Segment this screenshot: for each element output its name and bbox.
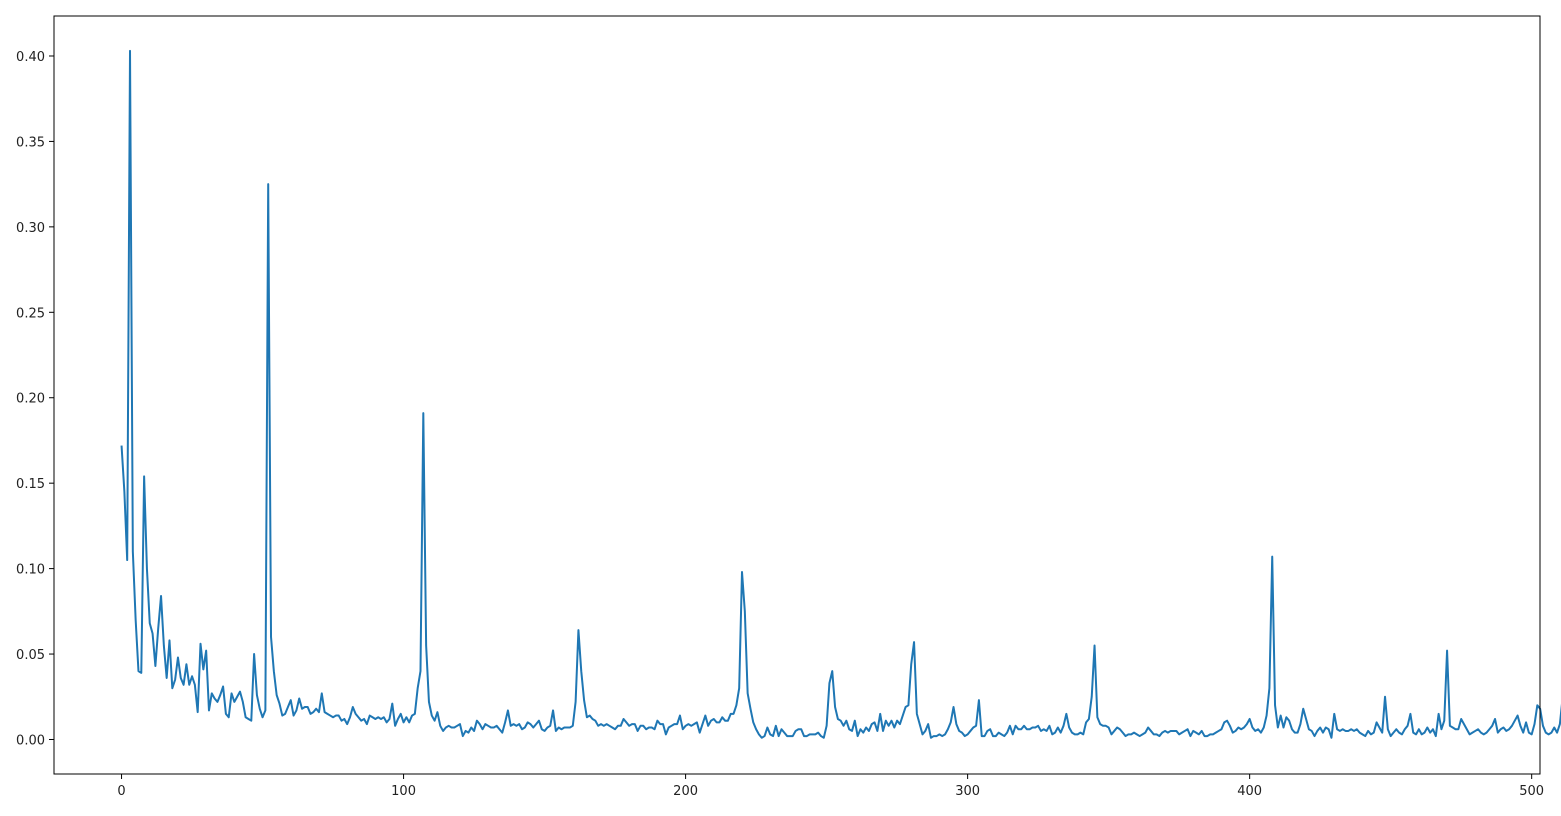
x-tick-label: 0	[117, 784, 125, 799]
x-tick-label: 200	[673, 784, 698, 799]
y-tick-label: 0.35	[16, 135, 45, 150]
y-tick-label: 0.15	[16, 477, 45, 492]
x-tick-label: 100	[391, 784, 416, 799]
y-tick-label: 0.40	[16, 50, 45, 65]
y-tick-label: 0.10	[16, 563, 45, 578]
y-tick-label: 0.05	[16, 648, 45, 663]
y-tick-label: 0.25	[16, 306, 45, 321]
x-tick-label: 300	[955, 784, 980, 799]
series-line-0	[120, 49, 1561, 739]
x-tick-label: 500	[1519, 784, 1544, 799]
x-tick-label: 400	[1237, 784, 1262, 799]
y-axis: 0.00 0.05 0.10 0.15 0.20 0.25 0.30 0.35 0.40	[16, 50, 54, 748]
y-tick-label: 0.00	[16, 733, 45, 748]
y-tick-label: 0.30	[16, 221, 45, 236]
y-tick-label: 0.20	[16, 392, 45, 407]
line-chart: 0 100 200 300 400 500 0.00 0.05 0.10 0.15 0.20 0.2…	[16, 15, 1561, 799]
plot-area	[120, 49, 1561, 739]
plot-frame	[53, 15, 1541, 775]
x-axis: 0 100 200 300 400 500	[117, 774, 1544, 799]
